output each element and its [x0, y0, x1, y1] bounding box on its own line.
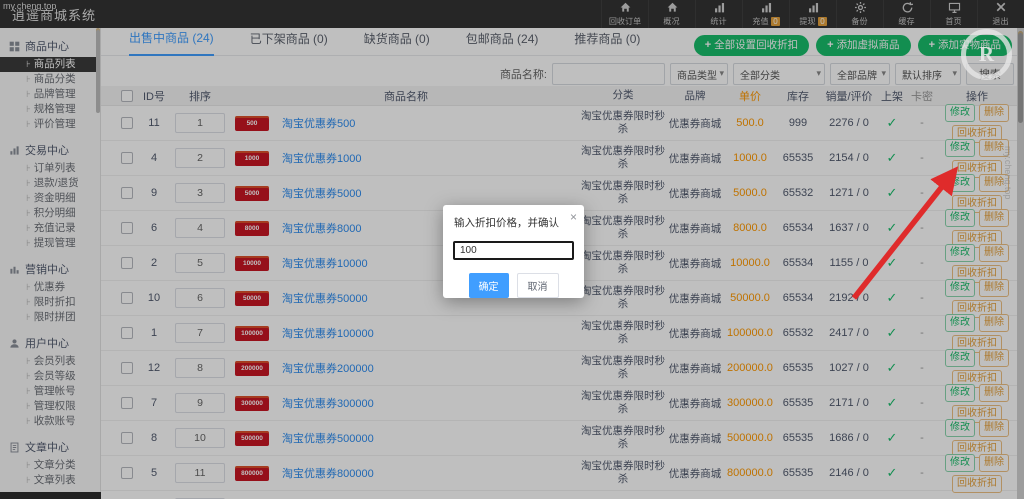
discount-price-input[interactable] — [453, 241, 574, 260]
watermark-site-text-vertical: my.cheng.top — [1003, 146, 1013, 200]
modal-buttons: 确定 取消 — [443, 273, 584, 298]
watermark-logo: R — [961, 29, 1012, 80]
confirm-button[interactable]: 确定 — [468, 273, 509, 298]
discount-modal: 输入折扣价格，并确认 × 确定 取消 — [443, 205, 584, 298]
cancel-button[interactable]: 取消 — [516, 273, 559, 298]
watermark-site-text: my.cheng.top — [3, 1, 57, 11]
close-icon[interactable]: × — [570, 211, 577, 223]
modal-title: 输入折扣价格，并确认 — [454, 217, 559, 229]
